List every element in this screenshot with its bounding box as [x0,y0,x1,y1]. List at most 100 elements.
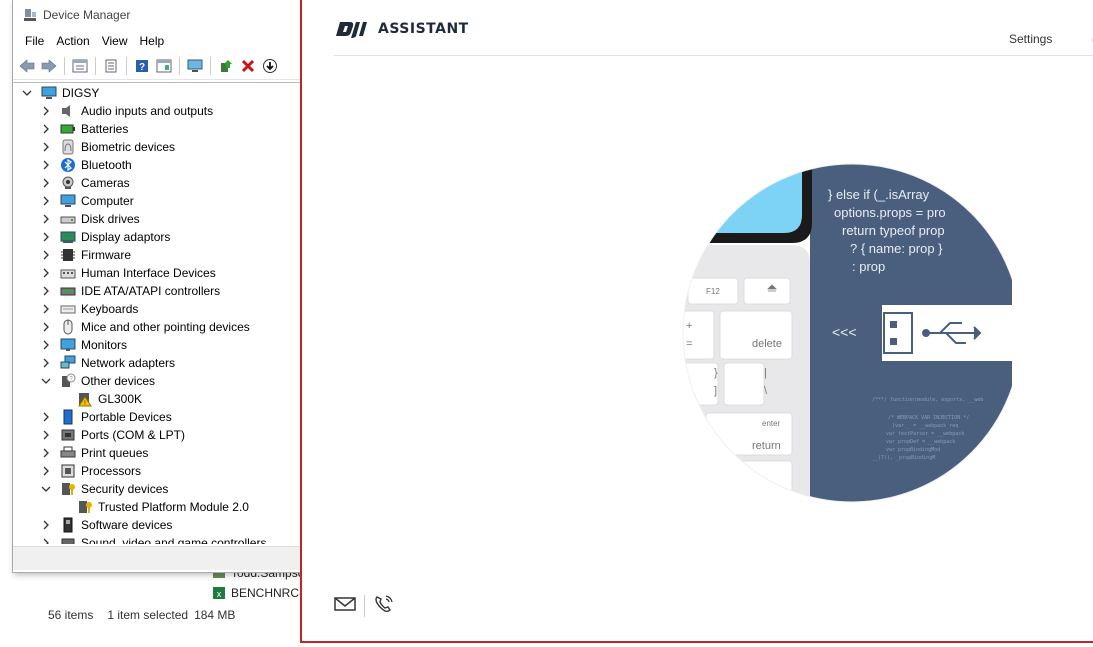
file-name: BENCHNRC- [231,586,303,600]
install-icon[interactable] [260,56,280,76]
device-tree: DIGSY Audio inputs and outputs Batteries Bi… [13,82,301,544]
chevron-right-icon[interactable] [40,213,52,225]
code-line: } else if (_.isArray [828,187,930,202]
tree-category-node[interactable]: Computer [40,192,134,210]
menu-action[interactable]: Action [50,32,95,50]
menu-file[interactable]: File [19,32,50,50]
tree-category-node[interactable]: Sound, video and game controllers [40,534,266,544]
tree-category-node[interactable]: Ports (COM & LPT) [40,426,185,444]
menu-view[interactable]: View [96,32,134,50]
chevron-right-icon[interactable] [40,519,52,531]
device-manager-icon [23,8,37,22]
logo-text: ASSISTANT [378,21,469,37]
tree-category-node[interactable]: Network adapters [40,354,175,372]
tree-node-label: Biometric devices [81,140,176,154]
ide-icon [60,283,76,299]
chevron-right-icon[interactable] [40,177,52,189]
tree-category-node[interactable]: Portable Devices [40,408,172,426]
tree-node-label: Cameras [81,176,130,190]
chip-icon [60,247,76,263]
key-label: = [686,338,692,350]
tree-category-node[interactable]: Print queues [40,444,148,462]
tree-category-node[interactable]: Bluetooth [40,156,132,174]
chevron-right-icon[interactable] [40,303,52,315]
help-icon[interactable]: ? [132,56,152,76]
chevron-right-icon[interactable] [40,447,52,459]
horizontal-scrollbar[interactable] [13,546,301,570]
chevron-right-icon[interactable] [40,357,52,369]
tree-category-node[interactable]: Disk drives [40,210,140,228]
tree-node-label: IDE ATA/ATAPI controllers [81,284,221,298]
tree-category-node[interactable]: Security devices [40,480,168,498]
svg-text:__(7)), _propBindingM: __(7)), _propBindingM [872,455,935,461]
tree-category-node[interactable]: Cameras [40,174,130,192]
tree-category-node[interactable]: IDE ATA/ATAPI controllers [40,282,220,300]
tree-node-label: Portable Devices [81,410,172,424]
tree-category-node[interactable]: Monitors [40,336,127,354]
tree-node-label: DIGSY [62,86,100,100]
tree-category-node[interactable]: Software devices [40,516,172,534]
toolbar: ? [13,52,301,80]
chevron-right-icon[interactable] [40,267,52,279]
status-bar: 56 items 1 item selected 184 MB [33,600,300,630]
chevron-right-icon[interactable] [40,195,52,207]
title-bar[interactable]: Device Manager [13,0,301,30]
tree-category-node[interactable]: Mice and other pointing devices [40,318,250,336]
show-hide-icon[interactable] [70,56,90,76]
svg-text:/* WEBPACK VAR INJECTION */: /* WEBPACK VAR INJECTION */ [888,415,969,421]
footer-divider [364,594,365,617]
scan-icon[interactable] [185,56,205,76]
svg-text:var propDef = __webpack: var propDef = __webpack [886,439,955,445]
tree-node-label: Keyboards [81,302,139,316]
chevron-down-icon[interactable] [40,375,52,387]
tree-category-node[interactable]: Firmware [40,246,131,264]
update-driver-icon[interactable] [216,56,236,76]
tree-category-node[interactable]: Batteries [40,120,128,138]
tree-category-node[interactable]: Processors [40,462,141,480]
back-icon[interactable] [17,56,37,76]
chevron-right-icon[interactable] [40,537,52,544]
tree-device-node[interactable]: ! GL300K [77,390,142,408]
chevron-right-icon[interactable] [40,429,52,441]
svg-text:var textParser = __webpack: var textParser = __webpack [886,431,964,437]
tree-device-node[interactable]: Trusted Platform Module 2.0 [77,498,249,516]
computer-icon [41,85,57,101]
warning-device-icon: ! [77,391,93,407]
chevron-right-icon[interactable] [40,321,52,333]
phone-icon[interactable] [373,594,395,617]
chevron-right-icon[interactable] [40,411,52,423]
chevron-right-icon[interactable] [40,285,52,297]
settings-link[interactable]: Settings [1009,32,1052,46]
tree-category-node[interactable]: Human Interface Devices [40,264,216,282]
key-label: } [714,367,718,379]
chevron-right-icon[interactable] [40,105,52,117]
action-icon[interactable] [154,56,174,76]
chevron-right-icon[interactable] [40,249,52,261]
tree-root-node[interactable]: DIGSY [21,84,99,102]
chevron-right-icon[interactable] [40,123,52,135]
forward-icon[interactable] [39,56,59,76]
network-icon [60,355,76,371]
chevron-right-icon[interactable] [40,465,52,477]
menu-help[interactable]: Help [134,32,171,50]
tree-category-node[interactable]: Keyboards [40,300,138,318]
chevron-right-icon[interactable] [40,141,52,153]
svg-text:var propBindingMod: var propBindingMod [886,447,940,453]
properties-icon[interactable] [101,56,121,76]
chevron-down-icon[interactable] [40,483,52,495]
uninstall-icon[interactable] [238,56,258,76]
tree-category-node[interactable]: Biometric devices [40,138,175,156]
tree-category-node[interactable]: Display adaptors [40,228,170,246]
chevron-down-icon[interactable] [21,87,33,99]
mail-icon[interactable] [334,596,356,615]
footer [334,594,395,617]
chevron-right-icon[interactable] [40,231,52,243]
tree-category-node[interactable]: ? Other devices [40,372,155,390]
selected-count: 1 item selected [107,608,189,622]
tree-node-label: Print queues [81,446,149,460]
mouse-icon [60,319,76,335]
chevron-right-icon[interactable] [40,159,52,171]
tree-node-label: Trusted Platform Module 2.0 [98,500,249,514]
chevron-right-icon[interactable] [40,339,52,351]
tree-category-node[interactable]: Audio inputs and outputs [40,102,213,120]
